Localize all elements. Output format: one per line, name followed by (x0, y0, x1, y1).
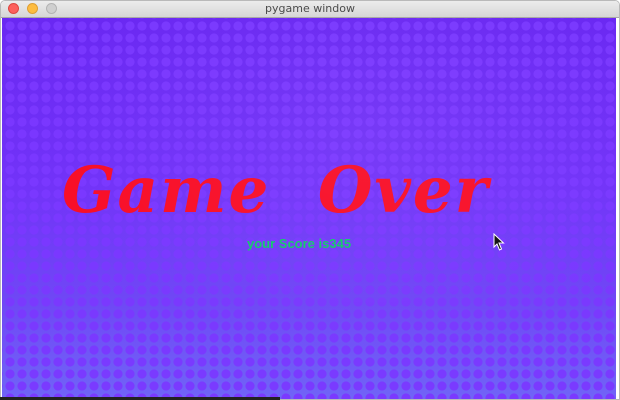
title-bar[interactable]: pygame window (1, 1, 619, 18)
score-text: your Score is345 (247, 236, 352, 251)
mouse-pointer-icon (493, 233, 505, 251)
game-canvas[interactable]: Game Over your Score is345 (2, 18, 616, 399)
game-over-text: Game Over (62, 153, 490, 228)
pygame-window: pygame window Game Over your Score is345 (0, 0, 620, 400)
window-title: pygame window (265, 2, 355, 15)
